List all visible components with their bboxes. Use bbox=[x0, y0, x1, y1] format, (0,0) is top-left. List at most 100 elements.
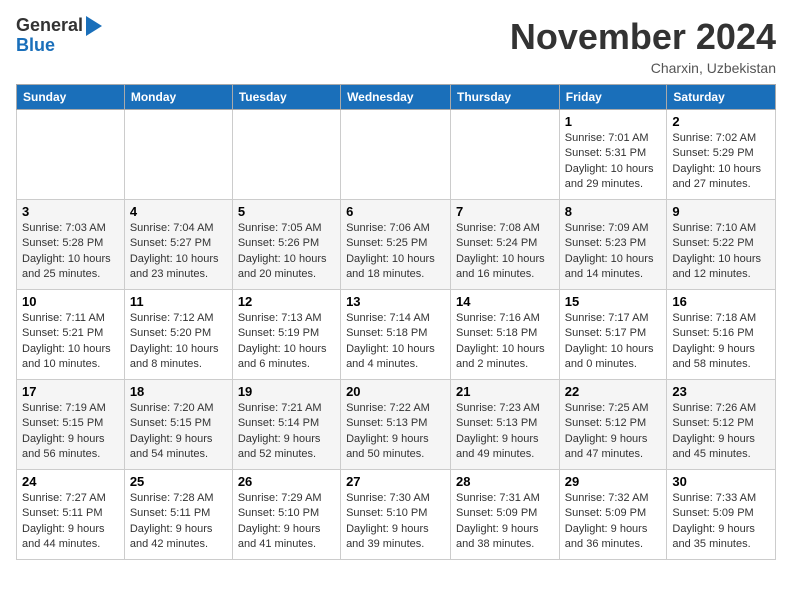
week-row-2: 3Sunrise: 7:03 AM Sunset: 5:28 PM Daylig… bbox=[17, 200, 776, 290]
day-number: 30 bbox=[672, 474, 770, 489]
day-header-thursday: Thursday bbox=[451, 85, 560, 110]
day-number: 29 bbox=[565, 474, 662, 489]
day-cell: 28 Sunrise: 7:31 AM Sunset: 5:09 PM Dayli… bbox=[451, 470, 560, 560]
day-cell: 5 Sunrise: 7:05 AM Sunset: 5:26 PM Daylig… bbox=[232, 200, 340, 290]
week-row-5: 24 Sunrise: 7:27 AM Sunset: 5:11 PM Dayli… bbox=[17, 470, 776, 560]
day-number: 15 bbox=[565, 294, 662, 309]
day-info: Sunrise: 7:01 AM Sunset: 5:31 PM Dayligh… bbox=[565, 131, 662, 193]
day-info: Sunrise: 7:29 AM Sunset: 5:10 PM Dayligh… bbox=[238, 491, 335, 553]
day-cell: 14 Sunrise: 7:16 AM Sunset: 5:18 PM Dayli… bbox=[451, 290, 560, 380]
day-number: 19 bbox=[238, 384, 335, 399]
day-cell: 21 Sunrise: 7:23 AM Sunset: 5:13 PM Dayli… bbox=[451, 380, 560, 470]
day-cell bbox=[124, 110, 232, 200]
day-info: Sunrise: 7:25 AM Sunset: 5:12 PM Dayligh… bbox=[565, 401, 662, 463]
day-cell: 10 Sunrise: 7:11 AM Sunset: 5:21 PM Dayli… bbox=[17, 290, 125, 380]
day-number: 14 bbox=[456, 294, 554, 309]
day-cell: 16 Sunrise: 7:18 AM Sunset: 5:16 PM Dayli… bbox=[667, 290, 776, 380]
day-cell bbox=[17, 110, 125, 200]
day-number: 8 bbox=[565, 204, 662, 219]
day-info: Sunrise: 7:32 AM Sunset: 5:09 PM Dayligh… bbox=[565, 491, 662, 553]
day-info: Sunrise: 7:12 AM Sunset: 5:20 PM Dayligh… bbox=[130, 311, 227, 373]
day-cell: 27Sunrise: 7:30 AM Sunset: 5:10 PM Dayli… bbox=[341, 470, 451, 560]
day-cell: 25Sunrise: 7:28 AM Sunset: 5:11 PM Dayli… bbox=[124, 470, 232, 560]
month-title: November 2024 bbox=[510, 16, 776, 58]
week-row-3: 10 Sunrise: 7:11 AM Sunset: 5:21 PM Dayli… bbox=[17, 290, 776, 380]
location: Charxin, Uzbekistan bbox=[510, 60, 776, 76]
week-row-1: 1 Sunrise: 7:01 AM Sunset: 5:31 PM Daylig… bbox=[17, 110, 776, 200]
day-info: Sunrise: 7:08 AM Sunset: 5:24 PM Dayligh… bbox=[456, 221, 554, 283]
day-cell: 20 Sunrise: 7:22 AM Sunset: 5:13 PM Dayli… bbox=[341, 380, 451, 470]
day-number: 22 bbox=[565, 384, 662, 399]
day-number: 12 bbox=[238, 294, 335, 309]
day-info: Sunrise: 7:30 AM Sunset: 5:10 PM Dayligh… bbox=[346, 491, 445, 553]
day-number: 4 bbox=[130, 204, 227, 219]
day-header-sunday: Sunday bbox=[17, 85, 125, 110]
day-number: 17 bbox=[22, 384, 119, 399]
day-number: 23 bbox=[672, 384, 770, 399]
day-info: Sunrise: 7:22 AM Sunset: 5:13 PM Dayligh… bbox=[346, 401, 445, 463]
day-info: Sunrise: 7:17 AM Sunset: 5:17 PM Dayligh… bbox=[565, 311, 662, 373]
day-number: 21 bbox=[456, 384, 554, 399]
day-header-monday: Monday bbox=[124, 85, 232, 110]
day-header-saturday: Saturday bbox=[667, 85, 776, 110]
day-info: Sunrise: 7:18 AM Sunset: 5:16 PM Dayligh… bbox=[672, 311, 770, 373]
day-info: Sunrise: 7:04 AM Sunset: 5:27 PM Dayligh… bbox=[130, 221, 227, 283]
day-info: Sunrise: 7:10 AM Sunset: 5:22 PM Dayligh… bbox=[672, 221, 770, 283]
day-number: 9 bbox=[672, 204, 770, 219]
day-number: 16 bbox=[672, 294, 770, 309]
page-header: General Blue November 2024 Charxin, Uzbe… bbox=[16, 16, 776, 76]
day-number: 5 bbox=[238, 204, 335, 219]
day-info: Sunrise: 7:06 AM Sunset: 5:25 PM Dayligh… bbox=[346, 221, 445, 283]
day-cell: 26 Sunrise: 7:29 AM Sunset: 5:10 PM Dayli… bbox=[232, 470, 340, 560]
day-info: Sunrise: 7:09 AM Sunset: 5:23 PM Dayligh… bbox=[565, 221, 662, 283]
day-header-tuesday: Tuesday bbox=[232, 85, 340, 110]
day-number: 20 bbox=[346, 384, 445, 399]
day-header-wednesday: Wednesday bbox=[341, 85, 451, 110]
day-number: 26 bbox=[238, 474, 335, 489]
day-cell: 24 Sunrise: 7:27 AM Sunset: 5:11 PM Dayli… bbox=[17, 470, 125, 560]
day-number: 1 bbox=[565, 114, 662, 129]
day-cell: 18 Sunrise: 7:20 AM Sunset: 5:15 PM Dayli… bbox=[124, 380, 232, 470]
day-cell: 3Sunrise: 7:03 AM Sunset: 5:28 PM Daylig… bbox=[17, 200, 125, 290]
logo-blue: Blue bbox=[16, 36, 55, 56]
day-info: Sunrise: 7:27 AM Sunset: 5:11 PM Dayligh… bbox=[22, 491, 119, 553]
logo: General Blue bbox=[16, 16, 102, 56]
calendar-table: SundayMondayTuesdayWednesdayThursdayFrid… bbox=[16, 84, 776, 560]
day-info: Sunrise: 7:11 AM Sunset: 5:21 PM Dayligh… bbox=[22, 311, 119, 373]
day-number: 18 bbox=[130, 384, 227, 399]
day-cell: 12 Sunrise: 7:13 AM Sunset: 5:19 PM Dayli… bbox=[232, 290, 340, 380]
logo-arrow-icon bbox=[86, 16, 102, 36]
day-cell: 22 Sunrise: 7:25 AM Sunset: 5:12 PM Dayli… bbox=[559, 380, 667, 470]
day-info: Sunrise: 7:16 AM Sunset: 5:18 PM Dayligh… bbox=[456, 311, 554, 373]
day-number: 6 bbox=[346, 204, 445, 219]
calendar-body: 1 Sunrise: 7:01 AM Sunset: 5:31 PM Daylig… bbox=[17, 110, 776, 560]
title-block: November 2024 Charxin, Uzbekistan bbox=[510, 16, 776, 76]
day-info: Sunrise: 7:26 AM Sunset: 5:12 PM Dayligh… bbox=[672, 401, 770, 463]
day-cell: 8 Sunrise: 7:09 AM Sunset: 5:23 PM Daylig… bbox=[559, 200, 667, 290]
day-info: Sunrise: 7:20 AM Sunset: 5:15 PM Dayligh… bbox=[130, 401, 227, 463]
day-number: 28 bbox=[456, 474, 554, 489]
day-cell: 2Sunrise: 7:02 AM Sunset: 5:29 PM Daylig… bbox=[667, 110, 776, 200]
day-info: Sunrise: 7:31 AM Sunset: 5:09 PM Dayligh… bbox=[456, 491, 554, 553]
day-cell: 11Sunrise: 7:12 AM Sunset: 5:20 PM Dayli… bbox=[124, 290, 232, 380]
day-info: Sunrise: 7:05 AM Sunset: 5:26 PM Dayligh… bbox=[238, 221, 335, 283]
day-number: 13 bbox=[346, 294, 445, 309]
day-cell bbox=[232, 110, 340, 200]
day-number: 24 bbox=[22, 474, 119, 489]
day-number: 10 bbox=[22, 294, 119, 309]
day-cell: 15 Sunrise: 7:17 AM Sunset: 5:17 PM Dayli… bbox=[559, 290, 667, 380]
day-info: Sunrise: 7:03 AM Sunset: 5:28 PM Dayligh… bbox=[22, 221, 119, 283]
day-info: Sunrise: 7:19 AM Sunset: 5:15 PM Dayligh… bbox=[22, 401, 119, 463]
day-cell: 30 Sunrise: 7:33 AM Sunset: 5:09 PM Dayli… bbox=[667, 470, 776, 560]
day-info: Sunrise: 7:33 AM Sunset: 5:09 PM Dayligh… bbox=[672, 491, 770, 553]
day-info: Sunrise: 7:21 AM Sunset: 5:14 PM Dayligh… bbox=[238, 401, 335, 463]
day-cell: 23 Sunrise: 7:26 AM Sunset: 5:12 PM Dayli… bbox=[667, 380, 776, 470]
day-info: Sunrise: 7:23 AM Sunset: 5:13 PM Dayligh… bbox=[456, 401, 554, 463]
day-header-friday: Friday bbox=[559, 85, 667, 110]
day-cell: 29 Sunrise: 7:32 AM Sunset: 5:09 PM Dayli… bbox=[559, 470, 667, 560]
day-info: Sunrise: 7:13 AM Sunset: 5:19 PM Dayligh… bbox=[238, 311, 335, 373]
day-cell bbox=[451, 110, 560, 200]
week-row-4: 17 Sunrise: 7:19 AM Sunset: 5:15 PM Dayli… bbox=[17, 380, 776, 470]
day-cell: 19 Sunrise: 7:21 AM Sunset: 5:14 PM Dayli… bbox=[232, 380, 340, 470]
logo-general: General bbox=[16, 16, 83, 36]
